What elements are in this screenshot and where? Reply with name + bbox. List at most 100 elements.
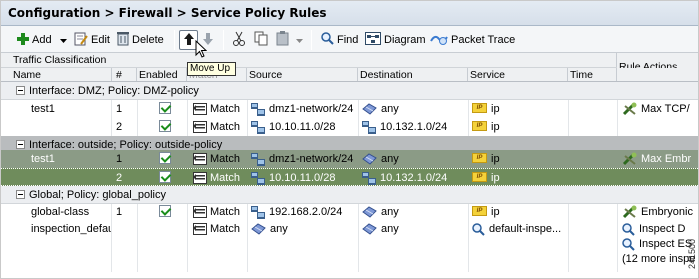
enabled-checkbox[interactable] bbox=[157, 169, 177, 187]
ip-service-icon: IP bbox=[472, 121, 487, 132]
connection-settings-icon bbox=[622, 205, 637, 219]
diagram-button[interactable]: Diagram bbox=[365, 30, 426, 50]
service-cell: IP ip bbox=[470, 150, 567, 168]
enabled-checkbox[interactable] bbox=[157, 203, 177, 221]
rule-action-cell: Embryonic bbox=[620, 203, 698, 221]
paste-icon bbox=[276, 31, 292, 49]
network-object-icon bbox=[362, 120, 376, 134]
table-row[interactable]: global-class 1 Match 192.168.2.0/24 any … bbox=[1, 203, 698, 221]
source-cell: 10.10.11.0/28 bbox=[249, 169, 357, 187]
rule-action-label: Inspect ES bbox=[639, 238, 693, 250]
source-cell: dmz1-network/24 bbox=[249, 150, 357, 168]
edit-button[interactable]: Edit bbox=[74, 30, 110, 50]
table-group-header: Traffic Classification Rule Actions bbox=[1, 53, 698, 82]
inspect-magnifier-icon bbox=[622, 237, 635, 251]
policy-group-label: Interface: DMZ; Policy: DMZ-policy bbox=[29, 85, 199, 97]
enabled-checkbox[interactable] bbox=[157, 100, 177, 118]
rule-number: 2 bbox=[116, 121, 123, 133]
any-network-icon bbox=[362, 206, 377, 218]
col-number[interactable]: # bbox=[112, 68, 137, 81]
match-label: Match bbox=[210, 121, 240, 133]
match-label: Match bbox=[210, 223, 240, 235]
ip-service-icon: IP bbox=[472, 206, 487, 217]
destination-label: 10.132.1.0/24 bbox=[380, 121, 448, 133]
network-object-icon bbox=[362, 171, 376, 185]
col-source[interactable]: Source bbox=[247, 68, 358, 81]
service-cell: IP ip bbox=[470, 169, 567, 187]
copy-icon bbox=[254, 31, 269, 49]
enabled-checkbox[interactable] bbox=[157, 118, 177, 136]
chevron-down-icon[interactable] bbox=[59, 34, 67, 46]
ip-service-icon: IP bbox=[472, 103, 487, 114]
match-cell: Match bbox=[191, 150, 246, 168]
col-time[interactable]: Time bbox=[568, 68, 617, 81]
copy-button[interactable] bbox=[254, 30, 269, 50]
move-up-tooltip: Move Up bbox=[187, 62, 236, 76]
enabled-checkbox[interactable] bbox=[157, 150, 177, 168]
connection-settings-icon bbox=[622, 152, 637, 166]
figure-id: 241500 bbox=[687, 238, 697, 269]
packet-trace-icon bbox=[430, 32, 448, 49]
policy-group-row[interactable]: Interface: DMZ; Policy: DMZ-policy bbox=[1, 82, 698, 100]
magnifier-icon bbox=[321, 32, 334, 48]
add-button[interactable]: Add bbox=[17, 30, 67, 50]
toolbar-separator bbox=[223, 30, 224, 50]
packet-trace-button[interactable]: Packet Trace bbox=[430, 30, 515, 50]
arrow-up-icon bbox=[183, 32, 195, 49]
breadcrumb: Configuration > Firewall > Service Polic… bbox=[1, 1, 698, 26]
source-label: 192.168.2.0/24 bbox=[269, 206, 343, 218]
toolbar: Add Edit Delete Find Diagram Packet Trac… bbox=[1, 26, 698, 53]
match-icon bbox=[193, 103, 207, 116]
delete-button[interactable]: Delete bbox=[117, 30, 164, 50]
match-icon bbox=[193, 153, 207, 166]
rule-name: test1 bbox=[31, 103, 55, 115]
source-label: 10.10.11.0/28 bbox=[269, 172, 336, 184]
any-network-icon bbox=[362, 223, 377, 235]
packet-trace-button-label: Packet Trace bbox=[451, 34, 516, 46]
col-service[interactable]: Service bbox=[468, 68, 568, 81]
destination-cell: any bbox=[360, 100, 467, 118]
col-name[interactable]: Name bbox=[11, 68, 112, 81]
destination-label: any bbox=[381, 103, 399, 115]
collapse-icon[interactable] bbox=[16, 139, 25, 149]
table-row[interactable]: test1 1 Match dmz1-network/24 any IP ip M… bbox=[1, 100, 698, 118]
edit-icon bbox=[74, 32, 88, 49]
collapse-icon[interactable] bbox=[16, 189, 25, 199]
ip-service-icon: IP bbox=[472, 153, 487, 164]
inspect-magnifier-icon bbox=[622, 222, 635, 236]
delete-button-label: Delete bbox=[132, 34, 164, 46]
rule-number: 1 bbox=[116, 153, 123, 165]
rule-action-label: Embryonic bbox=[641, 206, 693, 218]
rule-name: global-class bbox=[31, 206, 90, 218]
match-icon bbox=[193, 206, 207, 219]
match-icon bbox=[193, 121, 207, 134]
source-label: dmz1-network/24 bbox=[269, 103, 354, 115]
network-object-icon bbox=[251, 102, 265, 116]
cut-button[interactable] bbox=[233, 30, 245, 50]
destination-label: any bbox=[381, 223, 399, 235]
traffic-classification-header: Traffic Classification bbox=[11, 53, 617, 67]
toolbar-separator bbox=[311, 30, 312, 50]
rule-action-label: Inspect D bbox=[639, 223, 686, 235]
diagram-button-label: Diagram bbox=[384, 34, 426, 46]
service-label: default-inspe... bbox=[489, 223, 562, 235]
collapse-icon[interactable] bbox=[16, 85, 25, 95]
rule-number: 2 bbox=[116, 172, 123, 184]
table-row-selected[interactable]: test1 1 Match dmz1-network/24 any IP ip M… bbox=[1, 150, 698, 168]
source-cell: 10.10.11.0/28 bbox=[249, 118, 357, 136]
policy-group-row[interactable]: Global; Policy: global_policy bbox=[1, 186, 698, 204]
paste-button[interactable] bbox=[276, 30, 303, 50]
table-row-selected[interactable]: 2 Match 10.10.11.0/28 10.132.1.0/24 IP ip bbox=[1, 168, 698, 187]
col-enabled[interactable]: Enabled bbox=[137, 68, 187, 81]
col-destination[interactable]: Destination bbox=[358, 68, 468, 81]
inspect-magnifier-icon bbox=[472, 222, 485, 236]
table-row-continuation: (12 more inspe bbox=[1, 251, 698, 267]
chevron-down-icon[interactable] bbox=[296, 34, 303, 46]
edit-button-label: Edit bbox=[91, 34, 110, 46]
find-button[interactable]: Find bbox=[321, 30, 358, 50]
table-row[interactable]: 2 Match 10.10.11.0/28 10.132.1.0/24 IP ip bbox=[1, 118, 698, 136]
service-label: ip bbox=[491, 153, 500, 165]
toolbar-separator bbox=[174, 30, 175, 50]
destination-cell: 10.132.1.0/24 bbox=[360, 118, 467, 136]
destination-cell: any bbox=[360, 203, 467, 221]
